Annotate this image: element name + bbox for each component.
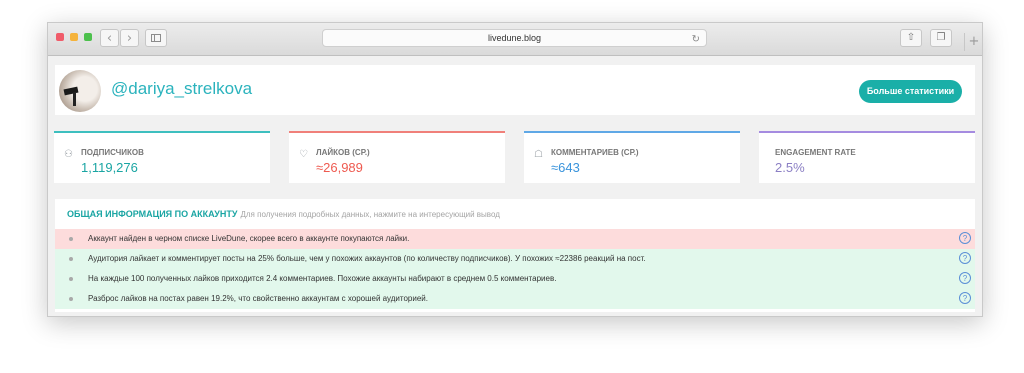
profile-username[interactable]: @dariya_strelkova xyxy=(111,79,252,99)
tabs-button[interactable]: ❐ xyxy=(930,29,952,47)
info-hint: Для получения подробных данных, нажмите … xyxy=(240,210,500,219)
stat-label: ENGAGEMENT RATE xyxy=(775,148,856,157)
plus-icon: + xyxy=(968,34,980,49)
forward-button[interactable]: › xyxy=(120,29,139,47)
chevron-left-icon: ‹ xyxy=(106,31,113,46)
users-icon: ⚇ xyxy=(64,149,73,160)
more-stats-button[interactable]: Больше статистики xyxy=(859,80,962,103)
back-button[interactable]: ‹ xyxy=(100,29,119,47)
info-header: ОБЩАЯ ИНФОРМАЦИЯ ПО АККАУНТУ Для получени… xyxy=(67,209,500,219)
zoom-window-button[interactable] xyxy=(84,33,92,41)
account-info-panel: ОБЩАЯ ИНФОРМАЦИЯ ПО АККАУНТУ Для получени… xyxy=(55,199,975,312)
info-row-text: Аккаунт найден в черном списке LiveDune,… xyxy=(88,234,410,243)
stat-label: ПОДПИСЧИКОВ xyxy=(81,148,144,157)
stat-value: ≈26,989 xyxy=(316,160,363,175)
bullet-icon xyxy=(69,277,73,281)
help-icon[interactable]: ? xyxy=(959,272,971,284)
chevron-right-icon: › xyxy=(126,31,133,46)
share-button[interactable]: ⇧ xyxy=(900,29,922,47)
info-row-text: Разброс лайков на постах равен 19.2%, чт… xyxy=(88,294,428,303)
help-icon[interactable]: ? xyxy=(959,252,971,264)
sidebar-icon xyxy=(151,34,161,42)
help-icon[interactable]: ? xyxy=(959,232,971,244)
info-row-comments-ratio[interactable]: На каждые 100 полученных лайков приходит… xyxy=(55,269,975,289)
info-row-text: На каждые 100 полученных лайков приходит… xyxy=(88,274,557,283)
heart-icon: ♡ xyxy=(299,149,308,160)
sidebar-button[interactable] xyxy=(145,29,167,47)
stat-value: 2.5% xyxy=(775,160,805,175)
info-row-likes-spread[interactable]: Разброс лайков на постах равен 19.2%, чт… xyxy=(55,289,975,309)
avatar xyxy=(59,70,101,112)
bullet-icon xyxy=(69,237,73,241)
profile-header: @dariya_strelkova Больше статистики xyxy=(55,65,975,115)
stat-card-likes: ♡ ЛАЙКОВ (СР.) ≈26,989 xyxy=(289,131,505,183)
stat-value: 1,119,276 xyxy=(81,160,138,175)
stat-label: КОММЕНТАРИЕВ (СР.) xyxy=(551,148,639,157)
info-row-text: Аудитория лайкает и комментирует посты н… xyxy=(88,254,646,263)
address-bar[interactable]: livedune.blog ↻ xyxy=(322,29,707,47)
stat-label: ЛАЙКОВ (СР.) xyxy=(316,148,370,157)
browser-window: ‹ › livedune.blog ↻ ⇧ ❐ + @dariya_strelk… xyxy=(47,22,983,317)
info-row-engagement[interactable]: Аудитория лайкает и комментирует посты н… xyxy=(55,249,975,269)
help-icon[interactable]: ? xyxy=(959,292,971,304)
bullet-icon xyxy=(69,297,73,301)
comments-icon: ☖ xyxy=(534,149,543,160)
info-row-blacklist[interactable]: Аккаунт найден в черном списке LiveDune,… xyxy=(55,229,975,249)
stat-card-comments: ☖ КОММЕНТАРИЕВ (СР.) ≈643 xyxy=(524,131,740,183)
reload-icon[interactable]: ↻ xyxy=(692,31,700,48)
new-tab-button[interactable]: + xyxy=(964,33,983,51)
tabs-icon: ❐ xyxy=(936,32,946,43)
bullet-icon xyxy=(69,257,73,261)
stat-value: ≈643 xyxy=(551,160,580,175)
close-window-button[interactable] xyxy=(56,33,64,41)
minimize-window-button[interactable] xyxy=(70,33,78,41)
share-icon: ⇧ xyxy=(906,32,916,43)
stat-card-engagement: ENGAGEMENT RATE 2.5% xyxy=(759,131,975,183)
url-text: livedune.blog xyxy=(487,33,542,43)
browser-toolbar: ‹ › livedune.blog ↻ ⇧ ❐ + xyxy=(48,23,982,56)
stat-card-followers: ⚇ ПОДПИСЧИКОВ 1,119,276 xyxy=(54,131,270,183)
info-title: ОБЩАЯ ИНФОРМАЦИЯ ПО АККАУНТУ xyxy=(67,209,238,219)
